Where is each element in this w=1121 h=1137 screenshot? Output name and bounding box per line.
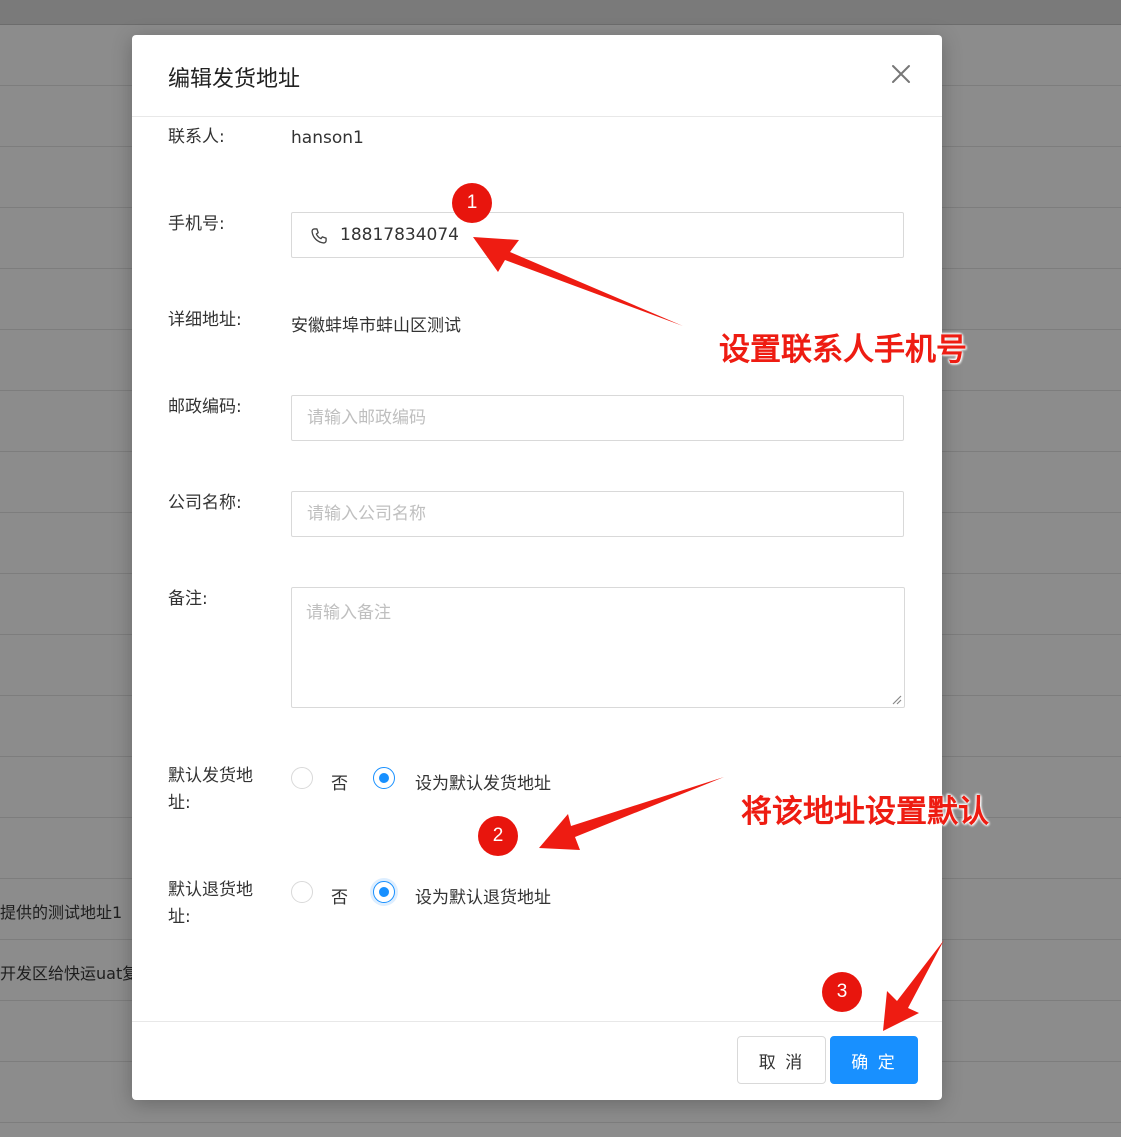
annotation-callout-phone: 设置联系人手机号 [719,332,967,368]
default-ship-radio-no[interactable] [291,767,313,789]
postcode-label: 邮政编码: [168,397,242,417]
company-input-wrapper[interactable] [291,491,904,537]
dialog-footer-divider [132,1021,942,1022]
default-ship-radio-yes[interactable] [373,767,395,789]
annotation-badge-3: 3 [822,972,862,1012]
default-return-label: 默认退货地 址: [168,877,253,931]
dialog-title: 编辑发货地址 [168,67,301,92]
confirm-button[interactable]: 确 定 [830,1036,918,1084]
resize-handle-icon[interactable] [890,693,902,705]
close-icon[interactable] [888,61,914,87]
default-return-label-line1: 默认退货地 [168,880,253,900]
contact-value: hanson1 [291,128,364,148]
address-value: 安徽蚌埠市蚌山区测试 [291,316,461,336]
default-return-radio-yes[interactable] [373,881,395,903]
annotation-badge-2: 2 [478,816,518,856]
background-row-text: 提供的测试地址1 [0,903,123,922]
contact-label: 联系人: [168,127,225,147]
phone-icon [311,228,327,244]
remark-textarea-wrapper[interactable] [291,587,905,708]
cancel-button[interactable]: 取 消 [737,1036,826,1084]
edit-address-dialog: 编辑发货地址 联系人: hanson1 手机号: 详细地址: 安徽蚌埠市蚌山区测… [132,35,942,1100]
bg-divider [0,1122,1121,1123]
remark-textarea[interactable] [304,596,898,700]
dialog-header: 编辑发货地址 [132,35,942,117]
default-ship-option-no[interactable]: 否 [331,769,348,794]
postcode-input[interactable] [305,407,889,429]
background-header [0,0,1121,25]
default-ship-label-line2: 址: [168,793,191,813]
postcode-input-wrapper[interactable] [291,395,904,441]
annotation-badge-1: 1 [452,183,492,223]
phone-input[interactable] [338,224,922,246]
default-return-radio-no[interactable] [291,881,313,903]
default-ship-label-line1: 默认发货地 [168,766,253,786]
remark-label: 备注: [168,589,208,609]
annotation-callout-default: 将该地址设置默认 [741,794,989,830]
default-return-label-line2: 址: [168,907,191,927]
company-label: 公司名称: [168,493,242,513]
company-input[interactable] [305,503,889,525]
phone-input-wrapper[interactable] [291,212,922,258]
phone-label: 手机号: [168,214,225,234]
default-return-option-no[interactable]: 否 [331,883,348,908]
default-ship-option-yes[interactable]: 设为默认发货地址 [415,769,551,794]
default-return-option-yes[interactable]: 设为默认退货地址 [415,883,551,908]
address-label: 详细地址: [168,310,242,330]
background-row-text: 开发区给快运uat复 [0,964,139,983]
default-ship-label: 默认发货地 址: [168,763,253,817]
